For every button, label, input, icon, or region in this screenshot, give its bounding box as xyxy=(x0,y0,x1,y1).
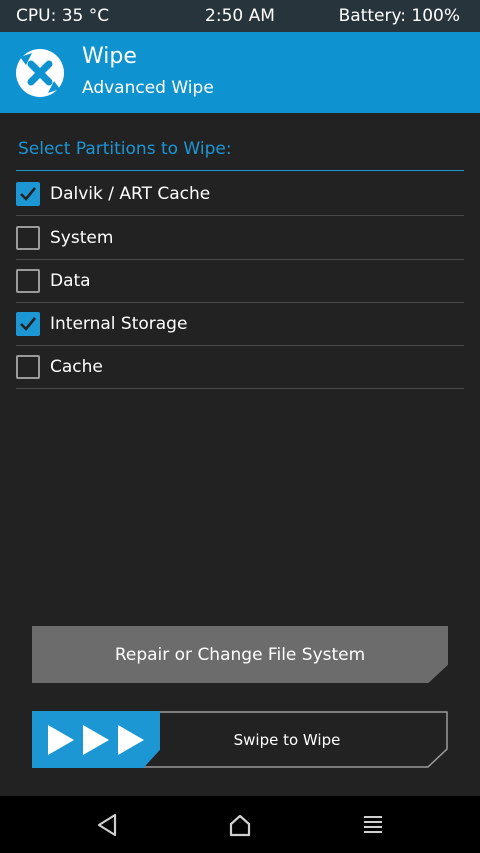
partition-label: Dalvik / ART Cache xyxy=(50,184,211,204)
checkmark-icon xyxy=(20,317,37,331)
menu-icon[interactable] xyxy=(359,811,387,839)
partition-row-internal-storage[interactable]: Internal Storage xyxy=(16,302,464,346)
checkbox-checked[interactable] xyxy=(16,312,40,336)
partition-row-dalvik[interactable]: Dalvik / ART Cache xyxy=(16,172,464,216)
swipe-label: Swipe to Wipe xyxy=(233,730,341,749)
status-bar: CPU: 35 °C 2:50 AM Battery: 100% xyxy=(0,0,480,32)
partition-list-title: Select Partitions to Wipe: xyxy=(18,139,232,159)
swipe-to-wipe-slider[interactable]: Swipe to Wipe xyxy=(32,711,448,768)
page-subtitle: Advanced Wipe xyxy=(82,78,214,98)
checkbox-checked[interactable] xyxy=(16,182,40,206)
partition-row-cache[interactable]: Cache xyxy=(16,345,464,389)
checkmark-icon xyxy=(20,187,37,201)
title-divider xyxy=(16,170,464,171)
partition-row-data[interactable]: Data xyxy=(16,259,464,303)
twrp-logo-icon xyxy=(14,47,66,99)
back-icon[interactable] xyxy=(94,811,122,839)
battery-level: Battery: 100% xyxy=(338,6,460,26)
repair-file-system-button[interactable]: Repair or Change File System xyxy=(32,626,448,683)
partition-label: Internal Storage xyxy=(50,314,188,334)
checkbox-unchecked[interactable] xyxy=(16,355,40,379)
page-header: Wipe Advanced Wipe xyxy=(0,32,480,113)
swipe-handle[interactable] xyxy=(32,711,160,768)
partition-row-system[interactable]: System xyxy=(16,216,464,260)
partition-label: Data xyxy=(50,271,91,291)
checkbox-unchecked[interactable] xyxy=(16,269,40,293)
home-icon[interactable] xyxy=(226,811,254,839)
checkbox-unchecked[interactable] xyxy=(16,226,40,250)
navigation-bar xyxy=(0,796,480,853)
page-title: Wipe xyxy=(82,44,137,69)
partition-label: System xyxy=(50,228,114,248)
partition-label: Cache xyxy=(50,357,103,377)
triple-arrow-icon xyxy=(48,725,144,755)
